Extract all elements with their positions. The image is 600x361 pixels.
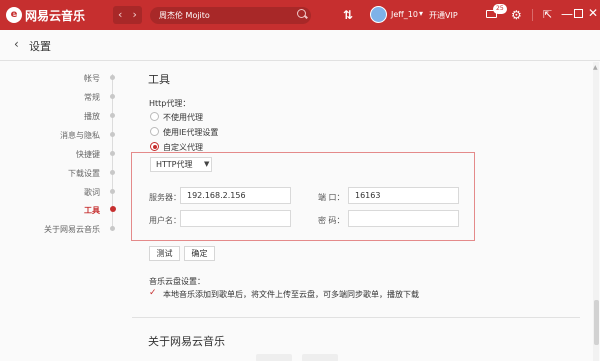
cloud-upload-option[interactable]: 本地音乐添加到歌单后，将文件上传至云盘，可多端同步歌单，播放下载 [163, 289, 419, 300]
sidebar-dot [110, 151, 115, 156]
cloud-settings-label: 音乐云盘设置： [149, 277, 205, 286]
app-logo-icon: e [6, 7, 22, 23]
proxy-type-select[interactable]: HTTP代理 [150, 157, 212, 172]
history-nav: ‹ › [113, 6, 142, 24]
sidebar-item-playback[interactable]: 播放 [84, 111, 100, 122]
page-title: 设置 [29, 40, 51, 53]
sidebar-dot-active [110, 206, 116, 212]
mini-mode-icon[interactable]: ⇱ [543, 8, 552, 21]
scroll-up-icon[interactable]: ▲ [593, 64, 598, 71]
chevron-down-icon[interactable]: ▾ [419, 9, 423, 18]
search-input[interactable] [150, 7, 311, 24]
app-title: 网易云音乐 [25, 9, 86, 23]
username-label: 用户名： [149, 216, 181, 225]
username-field[interactable] [180, 210, 291, 227]
sidebar-dot [110, 113, 115, 118]
password-label: 密 码： [318, 216, 345, 225]
sidebar-item-lyrics[interactable]: 歌词 [84, 187, 100, 198]
minimize-icon[interactable]: — [561, 7, 573, 21]
forward-arrow-icon[interactable]: › [128, 6, 143, 24]
port-label: 端 口： [318, 193, 345, 202]
titlebar-divider [532, 9, 533, 21]
scrollbar-thumb[interactable] [594, 300, 599, 345]
sidebar-item-account[interactable]: 帐号 [84, 73, 100, 84]
maximize-icon[interactable] [574, 9, 583, 18]
section-title: 工具 [148, 73, 170, 86]
chevron-down-icon[interactable]: ▼ [204, 157, 209, 172]
sidebar-dot [110, 132, 115, 137]
proxy-label: Http代理： [149, 99, 191, 108]
sidebar-item-about[interactable]: 关于网易云音乐 [44, 224, 100, 235]
radio-ie-proxy[interactable] [150, 127, 159, 136]
sidebar-dot [110, 75, 115, 80]
confirm-button[interactable]: 确定 [184, 246, 215, 261]
sidebar-dot [110, 189, 115, 194]
sidebar-item-tools[interactable]: 工具 [84, 205, 100, 216]
sidebar-dot [110, 170, 115, 175]
radio-no-proxy-label[interactable]: 不使用代理 [163, 112, 203, 123]
back-icon[interactable]: ‹ [14, 37, 19, 51]
sidebar-dot [110, 94, 115, 99]
close-icon[interactable]: ✕ [588, 6, 598, 20]
username[interactable]: Jeff_10 [391, 10, 418, 19]
server-label: 服务器： [149, 193, 181, 202]
mail-count-badge: 25 [493, 4, 507, 14]
server-field[interactable] [180, 187, 291, 204]
gear-icon[interactable]: ⚙ [511, 8, 522, 22]
vip-button[interactable]: 开通VIP [429, 10, 458, 21]
search-icon[interactable] [297, 9, 306, 18]
page-header [0, 30, 600, 61]
sidebar-item-general[interactable]: 常规 [84, 92, 100, 103]
radio-ie-proxy-label[interactable]: 使用IE代理设置 [163, 127, 218, 138]
back-arrow-icon[interactable]: ‹ [113, 6, 128, 24]
sidebar-item-privacy[interactable]: 消息与隐私 [60, 130, 100, 141]
section-divider [132, 317, 580, 318]
sidebar-item-shortcuts[interactable]: 快捷键 [76, 149, 100, 160]
port-field[interactable] [348, 187, 459, 204]
about-button[interactable] [302, 354, 338, 361]
password-field[interactable] [348, 210, 459, 227]
sidebar-item-download[interactable]: 下载设置 [68, 168, 100, 179]
about-button[interactable] [256, 354, 292, 361]
listen-recognize-icon[interactable]: ⇅ [343, 8, 353, 22]
avatar[interactable] [370, 6, 387, 23]
about-section-title: 关于网易云音乐 [148, 335, 225, 348]
radio-no-proxy[interactable] [150, 112, 159, 121]
checkbox-checked-icon[interactable]: ✓ [149, 288, 157, 298]
sidebar-dot [110, 226, 115, 231]
test-button[interactable]: 测试 [149, 246, 180, 261]
radio-custom-proxy[interactable] [150, 142, 159, 151]
